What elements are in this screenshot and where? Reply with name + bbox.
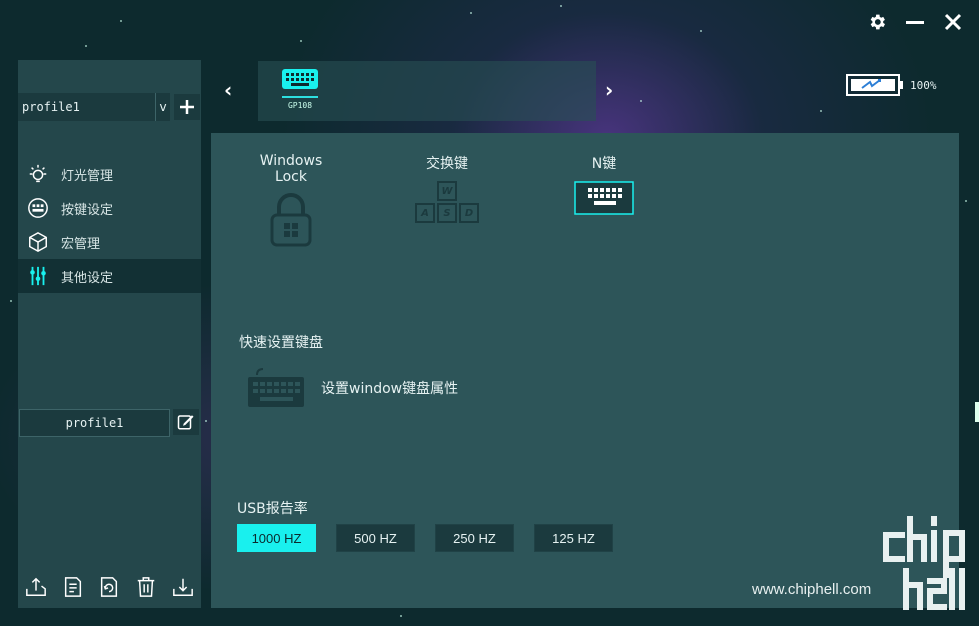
profile-select[interactable]: profile1 v [18,93,170,121]
settings-panel: Windows Lock 交换键 W A S D N键 快速设置键盘 设置win… [211,133,959,608]
sidebar-item-label: 宏管理 [61,236,101,252]
keyboard-icon [282,69,318,89]
plus-icon [180,100,194,114]
key-d: D [459,203,479,223]
bulb-icon [26,162,50,186]
usb-rate-title: USB报告率 [237,501,308,517]
gear-icon[interactable] [865,10,889,34]
n-key-option[interactable]: N键 [573,153,635,215]
refresh-icon [101,577,118,597]
keys-icon [26,196,50,220]
trash-icon [137,577,155,597]
left-panel: profile1 v 灯光管理 按键设定 宏管理 其他设定 profile1 [18,60,201,608]
sliders-icon [26,264,50,288]
device-item[interactable]: GP108 [276,68,324,110]
document-icon [64,577,81,597]
n-key-title: N键 [591,156,617,172]
chevron-left-icon[interactable]: ‹ [224,78,232,102]
keyboard-icon [574,181,634,215]
rate-1000hz-button[interactable]: 1000 HZ [237,524,316,552]
chevron-right-icon[interactable]: › [605,78,613,102]
edit-profile-button[interactable] [173,409,199,435]
sidebar-nav: 灯光管理 按键设定 宏管理 其他设定 [18,157,201,293]
rate-250hz-button[interactable]: 250 HZ [435,524,514,552]
rate-500hz-button[interactable]: 500 HZ [336,524,415,552]
cube-icon [26,230,50,254]
upload-icon [26,577,47,596]
export-button[interactable] [170,574,196,600]
profile-name-field[interactable]: profile1 [19,409,170,437]
window-controls [865,10,965,34]
windows-lock-title: Windows Lock [259,153,323,185]
edit-icon [177,415,194,430]
rate-125hz-button[interactable]: 125 HZ [534,524,613,552]
battery-status: 100% [846,74,937,96]
battery-percent: 100% [910,78,937,92]
download-icon [172,578,193,596]
battery-icon [846,74,903,96]
close-icon[interactable] [941,10,965,34]
chiphell-logo [880,515,968,614]
side-tab[interactable] [975,402,979,422]
delete-profile-button[interactable] [133,574,159,600]
minimize-icon[interactable] [903,10,927,34]
usb-rate-options: 1000 HZ 500 HZ 250 HZ 125 HZ [237,524,613,552]
sidebar-item-label: 其他设定 [61,270,114,286]
device-active-indicator [282,96,318,98]
sidebar-item-lighting[interactable]: 灯光管理 [18,157,201,191]
quick-setup-text: 设置window键盘属性 [321,381,459,397]
add-profile-button[interactable] [174,94,200,120]
sidebar-item-keys[interactable]: 按键设定 [18,191,201,225]
watermark-url: www.chiphell.com [752,581,872,598]
reset-profile-button[interactable] [96,574,122,600]
profile-toolbar [18,574,201,600]
profile-select-value: profile1 [22,100,80,114]
swap-keys-option[interactable]: 交换键 W A S D [411,153,483,223]
sidebar-item-label: 按键设定 [61,202,114,218]
keyboard-icon [248,368,304,407]
key-s: S [437,203,457,223]
quick-setup-keyboard[interactable]: 设置window键盘属性 [247,367,458,409]
windows-lock-option[interactable]: Windows Lock [243,153,339,247]
new-profile-button[interactable] [60,574,86,600]
import-button[interactable] [23,574,49,600]
key-w: W [437,181,457,201]
key-a: A [415,203,435,223]
sidebar-item-other-settings[interactable]: 其他设定 [18,259,201,293]
swap-keys-title: 交换键 [426,156,468,172]
wasd-icon: W A S D [411,181,483,223]
quick-setup-title: 快速设置键盘 [239,335,323,351]
device-name: GP108 [287,101,313,110]
sidebar-item-label: 灯光管理 [61,168,114,184]
lock-icon [270,193,312,247]
sidebar-item-macro[interactable]: 宏管理 [18,225,201,259]
profile-select-arrow[interactable]: v [155,93,170,121]
